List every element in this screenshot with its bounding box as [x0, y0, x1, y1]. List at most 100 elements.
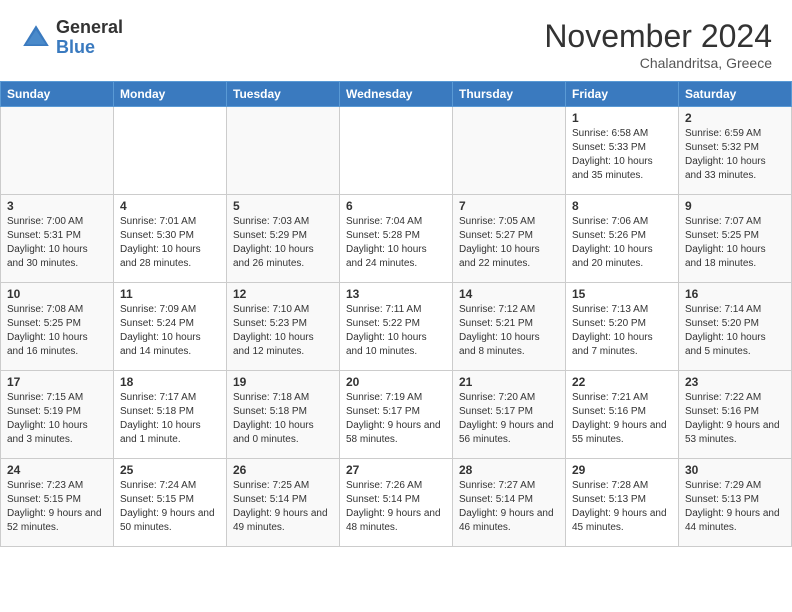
calendar-day: 7 Sunrise: 7:05 AM Sunset: 5:27 PM Daylig… [453, 195, 566, 283]
day-info: Sunrise: 7:28 AM Sunset: 5:13 PM Dayligh… [572, 479, 672, 535]
day-info: Sunrise: 7:15 AM Sunset: 5:19 PM Dayligh… [7, 391, 107, 447]
day-number: 20 [346, 375, 446, 389]
calendar-day: 29 Sunrise: 7:28 AM Sunset: 5:13 PM Dayli… [566, 459, 679, 547]
day-info: Sunrise: 7:04 AM Sunset: 5:28 PM Dayligh… [346, 215, 446, 271]
day-info: Sunrise: 7:19 AM Sunset: 5:17 PM Dayligh… [346, 391, 446, 447]
calendar-day: 26Sunrise: 7:25 AM Sunset: 5:14 PM Dayli… [227, 459, 340, 547]
calendar-week-row-4: 17 Sunrise: 7:15 AM Sunset: 5:19 PM Dayli… [1, 371, 792, 459]
calendar-header-row: SundayMondayTuesdayWednesdayThursdayFrid… [1, 82, 792, 107]
calendar-header-thursday: Thursday [453, 82, 566, 107]
calendar-day [114, 107, 227, 195]
day-info: Sunrise: 7:05 AM Sunset: 5:27 PM Dayligh… [459, 215, 559, 271]
day-info: Sunrise: 7:27 AM Sunset: 5:14 PM Dayligh… [459, 479, 559, 535]
calendar-header-wednesday: Wednesday [340, 82, 453, 107]
day-info: Sunrise: 7:26 AM Sunset: 5:14 PM Dayligh… [346, 479, 446, 535]
day-number: 19 [233, 375, 333, 389]
day-info: Sunrise: 7:14 AM Sunset: 5:20 PM Dayligh… [685, 303, 785, 359]
calendar-header-friday: Friday [566, 82, 679, 107]
day-number: 17 [7, 375, 107, 389]
day-number: 7 [459, 199, 559, 213]
calendar-day [340, 107, 453, 195]
calendar-day: 28Sunrise: 7:27 AM Sunset: 5:14 PM Dayli… [453, 459, 566, 547]
calendar-week-row-3: 10 Sunrise: 7:08 AM Sunset: 5:25 PM Dayli… [1, 283, 792, 371]
day-number: 29 [572, 463, 672, 477]
day-number: 11 [120, 287, 220, 301]
day-number: 10 [7, 287, 107, 301]
day-number: 8 [572, 199, 672, 213]
day-number: 21 [459, 375, 559, 389]
day-info: Sunrise: 7:08 AM Sunset: 5:25 PM Dayligh… [7, 303, 107, 359]
day-number: 23 [685, 375, 785, 389]
day-info: Sunrise: 7:20 AM Sunset: 5:17 PM Dayligh… [459, 391, 559, 447]
day-info: Sunrise: 6:59 AM Sunset: 5:32 PM Dayligh… [685, 127, 785, 183]
calendar-header-monday: Monday [114, 82, 227, 107]
day-number: 14 [459, 287, 559, 301]
day-info: Sunrise: 7:13 AM Sunset: 5:20 PM Dayligh… [572, 303, 672, 359]
day-number: 4 [120, 199, 220, 213]
day-number: 27 [346, 463, 446, 477]
day-number: 6 [346, 199, 446, 213]
calendar-day: 8 Sunrise: 7:06 AM Sunset: 5:26 PM Daylig… [566, 195, 679, 283]
day-number: 2 [685, 111, 785, 125]
calendar-day: 4 Sunrise: 7:01 AM Sunset: 5:30 PM Daylig… [114, 195, 227, 283]
calendar-day [453, 107, 566, 195]
day-info: Sunrise: 7:00 AM Sunset: 5:31 PM Dayligh… [7, 215, 107, 271]
day-number: 1 [572, 111, 672, 125]
day-info: Sunrise: 7:06 AM Sunset: 5:26 PM Dayligh… [572, 215, 672, 271]
calendar-day: 6 Sunrise: 7:04 AM Sunset: 5:28 PM Daylig… [340, 195, 453, 283]
calendar-day: 24 Sunrise: 7:23 AM Sunset: 5:15 PM Dayli… [1, 459, 114, 547]
calendar-header-saturday: Saturday [679, 82, 792, 107]
day-info: Sunrise: 6:58 AM Sunset: 5:33 PM Dayligh… [572, 127, 672, 183]
logo-icon [20, 22, 52, 54]
day-number: 25 [120, 463, 220, 477]
day-info: Sunrise: 7:25 AM Sunset: 5:14 PM Dayligh… [233, 479, 333, 535]
day-info: Sunrise: 7:07 AM Sunset: 5:25 PM Dayligh… [685, 215, 785, 271]
day-number: 22 [572, 375, 672, 389]
day-info: Sunrise: 7:21 AM Sunset: 5:16 PM Dayligh… [572, 391, 672, 447]
logo-general-text: General [56, 18, 123, 38]
day-info: Sunrise: 7:29 AM Sunset: 5:13 PM Dayligh… [685, 479, 785, 535]
day-info: Sunrise: 7:12 AM Sunset: 5:21 PM Dayligh… [459, 303, 559, 359]
day-number: 24 [7, 463, 107, 477]
calendar-day: 30Sunrise: 7:29 AM Sunset: 5:13 PM Dayli… [679, 459, 792, 547]
day-info: Sunrise: 7:09 AM Sunset: 5:24 PM Dayligh… [120, 303, 220, 359]
day-info: Sunrise: 7:17 AM Sunset: 5:18 PM Dayligh… [120, 391, 220, 447]
calendar-day: 10 Sunrise: 7:08 AM Sunset: 5:25 PM Dayli… [1, 283, 114, 371]
calendar-day: 12 Sunrise: 7:10 AM Sunset: 5:23 PM Dayli… [227, 283, 340, 371]
calendar-day: 22 Sunrise: 7:21 AM Sunset: 5:16 PM Dayli… [566, 371, 679, 459]
calendar-day: 17 Sunrise: 7:15 AM Sunset: 5:19 PM Dayli… [1, 371, 114, 459]
calendar-day: 5Sunrise: 7:03 AM Sunset: 5:29 PM Daylig… [227, 195, 340, 283]
day-number: 18 [120, 375, 220, 389]
day-number: 3 [7, 199, 107, 213]
day-info: Sunrise: 7:24 AM Sunset: 5:15 PM Dayligh… [120, 479, 220, 535]
calendar-day: 16Sunrise: 7:14 AM Sunset: 5:20 PM Dayli… [679, 283, 792, 371]
calendar-day: 11 Sunrise: 7:09 AM Sunset: 5:24 PM Dayli… [114, 283, 227, 371]
day-info: Sunrise: 7:11 AM Sunset: 5:22 PM Dayligh… [346, 303, 446, 359]
calendar-day: 15Sunrise: 7:13 AM Sunset: 5:20 PM Dayli… [566, 283, 679, 371]
calendar-week-row-1: 1 Sunrise: 6:58 AM Sunset: 5:33 PM Daylig… [1, 107, 792, 195]
calendar-header-sunday: Sunday [1, 82, 114, 107]
day-number: 12 [233, 287, 333, 301]
calendar-day: 1 Sunrise: 6:58 AM Sunset: 5:33 PM Daylig… [566, 107, 679, 195]
day-info: Sunrise: 7:10 AM Sunset: 5:23 PM Dayligh… [233, 303, 333, 359]
month-title: November 2024 [544, 18, 772, 55]
calendar-day: 19 Sunrise: 7:18 AM Sunset: 5:18 PM Dayli… [227, 371, 340, 459]
calendar-week-row-2: 3 Sunrise: 7:00 AM Sunset: 5:31 PM Daylig… [1, 195, 792, 283]
calendar-day [227, 107, 340, 195]
calendar-day: 3 Sunrise: 7:00 AM Sunset: 5:31 PM Daylig… [1, 195, 114, 283]
calendar-week-row-5: 24 Sunrise: 7:23 AM Sunset: 5:15 PM Dayli… [1, 459, 792, 547]
calendar-header-tuesday: Tuesday [227, 82, 340, 107]
calendar-day: 20 Sunrise: 7:19 AM Sunset: 5:17 PM Dayli… [340, 371, 453, 459]
location-subtitle: Chalandritsa, Greece [544, 55, 772, 71]
title-block: November 2024 Chalandritsa, Greece [544, 18, 772, 71]
day-info: Sunrise: 7:18 AM Sunset: 5:18 PM Dayligh… [233, 391, 333, 447]
day-info: Sunrise: 7:01 AM Sunset: 5:30 PM Dayligh… [120, 215, 220, 271]
page-header: General Blue November 2024 Chalandritsa,… [0, 0, 792, 81]
calendar-table: SundayMondayTuesdayWednesdayThursdayFrid… [0, 81, 792, 547]
calendar-day: 14 Sunrise: 7:12 AM Sunset: 5:21 PM Dayli… [453, 283, 566, 371]
calendar-day: 27 Sunrise: 7:26 AM Sunset: 5:14 PM Dayli… [340, 459, 453, 547]
logo-blue-text: Blue [56, 38, 123, 58]
calendar-day: 25 Sunrise: 7:24 AM Sunset: 5:15 PM Dayli… [114, 459, 227, 547]
day-info: Sunrise: 7:23 AM Sunset: 5:15 PM Dayligh… [7, 479, 107, 535]
calendar-day [1, 107, 114, 195]
